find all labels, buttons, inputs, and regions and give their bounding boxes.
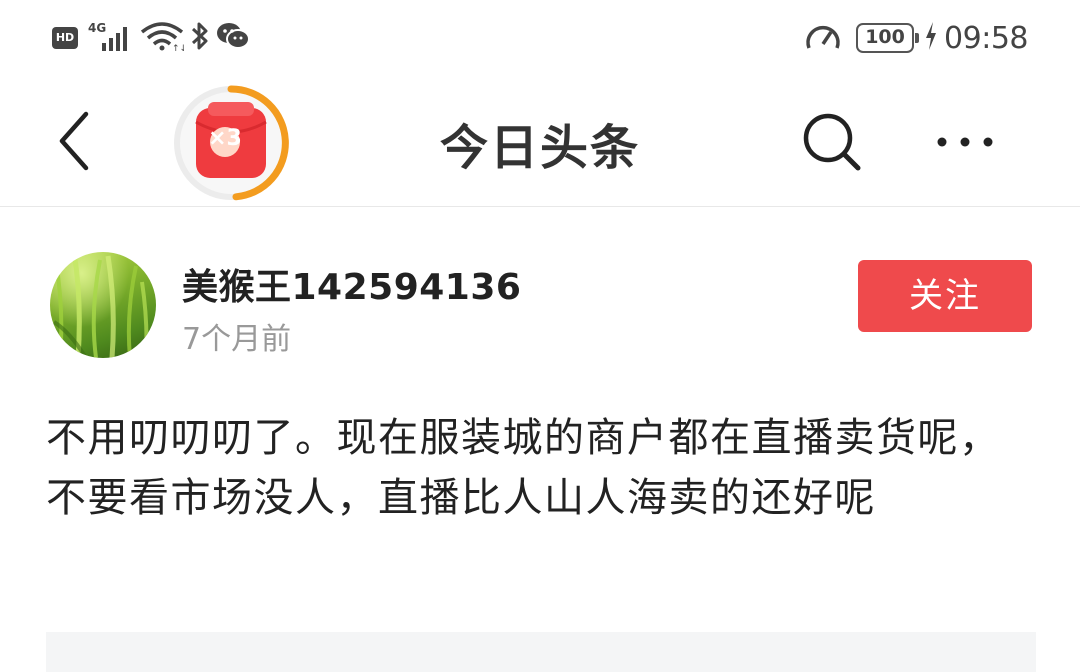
follow-button[interactable]: 关注 (858, 260, 1032, 332)
svg-text:↑↓: ↑↓ (172, 44, 184, 51)
app-header: ×3 今日头条 (0, 78, 1080, 207)
signal-icon: 4G (88, 21, 134, 53)
more-button[interactable] (930, 122, 1000, 162)
quoted-content-card[interactable] (46, 632, 1036, 672)
page-title: 今日头条 (439, 120, 640, 176)
status-bar: HD 4G ↑↓ 100 09:58 (0, 0, 1080, 78)
status-bar-left: HD 4G ↑↓ (52, 20, 250, 56)
back-button[interactable] (48, 106, 104, 176)
post-body: 不用叨叨叨了。现在服装城的商户都在直播卖货呢，不要看市场没人，直播比人山人海卖的… (46, 415, 1001, 521)
reward-multiplier: ×3 (208, 126, 242, 151)
author-name[interactable]: 美猴王142594136 (182, 258, 521, 310)
status-bar-right: 100 09:58 (804, 18, 1028, 58)
post-time: 7个月前 (182, 322, 292, 357)
search-button[interactable] (800, 110, 864, 174)
clock: 09:58 (944, 20, 1028, 56)
more-icon (937, 137, 993, 147)
grass-image (52, 252, 149, 358)
hd-badge: HD (52, 27, 78, 49)
back-arrow-icon (59, 111, 89, 171)
wechat-icon (216, 21, 250, 55)
speedometer-icon (804, 20, 842, 56)
avatar[interactable] (50, 252, 156, 358)
bluetooth-icon (190, 21, 210, 55)
search-icon (803, 113, 861, 171)
reward-widget[interactable]: ×3 (170, 82, 292, 204)
charging-icon (924, 21, 938, 55)
battery-indicator: 100 (856, 23, 920, 53)
wifi-icon: ↑↓ (140, 21, 187, 55)
